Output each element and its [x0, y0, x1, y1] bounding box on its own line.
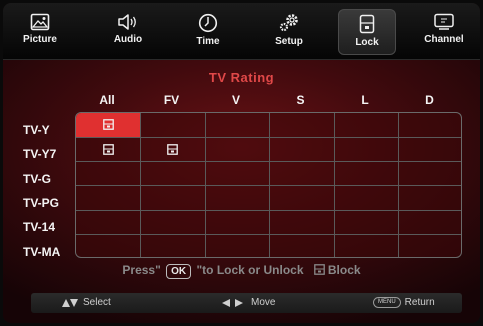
rating-cell-r1-c4[interactable] — [334, 137, 399, 163]
hint-block-label: Block — [327, 263, 361, 277]
hint-text: Press" OK "to Lock or Unlock Block — [3, 263, 480, 279]
help-select: Select — [61, 297, 111, 308]
rating-cell-r2-c0[interactable] — [76, 161, 141, 187]
rating-grid — [75, 112, 462, 258]
rating-cell-r5-c3[interactable] — [270, 234, 335, 257]
rating-cell-r3-c4[interactable] — [334, 185, 399, 211]
row-header-3: TV-PG — [23, 195, 60, 210]
rating-cell-r1-c0[interactable] — [76, 137, 141, 163]
column-header-1: FV — [163, 93, 180, 107]
left-right-arrows-icon — [222, 298, 243, 307]
picture-icon — [30, 13, 50, 31]
column-header-3: S — [296, 93, 305, 107]
rating-cell-r0-c0[interactable] — [76, 113, 141, 138]
up-down-arrows-icon — [62, 298, 78, 307]
menu-time[interactable]: Time — [179, 9, 237, 55]
help-move: Move — [221, 297, 275, 308]
rating-cell-r2-c5[interactable] — [398, 162, 461, 187]
menu-label-lock: Lock — [355, 37, 379, 48]
lock-icon — [102, 143, 114, 155]
rating-cell-r0-c1[interactable] — [140, 113, 206, 138]
help-move-label: Move — [251, 297, 276, 308]
rating-cell-r5-c1[interactable] — [141, 234, 206, 257]
rating-cell-r4-c4[interactable] — [334, 210, 399, 235]
menu-lock[interactable]: Lock — [338, 9, 396, 55]
column-header-5: D — [425, 93, 434, 107]
rating-cell-r4-c1[interactable] — [140, 210, 206, 235]
menu-label-picture: Picture — [23, 34, 57, 45]
rating-cell-r2-c1[interactable] — [140, 161, 206, 187]
rating-cell-r4-c3[interactable] — [269, 210, 335, 235]
rating-cell-r4-c0[interactable] — [76, 210, 141, 235]
rating-cell-r3-c1[interactable] — [140, 185, 206, 211]
rating-cell-r2-c2[interactable] — [205, 161, 270, 187]
help-return: MENU Return — [373, 297, 435, 308]
rating-title: TV Rating — [208, 70, 275, 85]
top-menu-bar: Picture Audio Time Setup Lock Channel — [3, 3, 480, 60]
rating-cell-r5-c4[interactable] — [334, 234, 399, 257]
menu-audio[interactable]: Audio — [99, 9, 157, 55]
menu-label-audio: Audio — [113, 34, 143, 45]
row-header-5: TV-MA — [23, 244, 61, 259]
rating-cell-r2-c3[interactable] — [269, 161, 335, 187]
help-select-label: Select — [83, 297, 111, 308]
menu-picture[interactable]: Picture — [11, 9, 69, 55]
rating-cell-r4-c2[interactable] — [205, 210, 270, 235]
gears-icon — [279, 14, 298, 32]
rating-cell-r1-c1[interactable] — [140, 137, 206, 163]
bottom-help-bar: Select Move MENU Return — [31, 293, 462, 313]
lock-icon — [359, 14, 375, 34]
rating-cell-r1-c3[interactable] — [269, 137, 335, 163]
tv-osd-screen: Picture Audio Time Setup Lock Channel TV… — [3, 3, 480, 323]
hint-action: "to Lock or Unlock — [196, 263, 304, 277]
column-header-2: V — [231, 93, 240, 107]
column-header-0: All — [99, 93, 115, 107]
rating-cell-r3-c2[interactable] — [205, 185, 270, 211]
menu-label-setup: Setup — [275, 36, 303, 47]
menu-key-badge: MENU — [373, 297, 401, 308]
block-icon — [313, 264, 325, 275]
rating-cell-r2-c4[interactable] — [334, 161, 399, 187]
rating-cell-r1-c5[interactable] — [398, 137, 461, 163]
row-header-2: TV-G — [23, 171, 52, 186]
menu-label-channel: Channel — [424, 34, 464, 45]
rating-cell-r3-c5[interactable] — [398, 186, 461, 211]
rating-cell-r0-c3[interactable] — [269, 113, 335, 138]
hint-press: Press" — [122, 263, 161, 277]
clock-icon — [198, 13, 218, 33]
rating-cell-r0-c4[interactable] — [334, 113, 399, 138]
rating-cell-r3-c0[interactable] — [76, 185, 141, 211]
speaker-icon — [118, 14, 136, 30]
rating-cell-r5-c5[interactable] — [399, 235, 462, 258]
rating-cell-r3-c3[interactable] — [269, 185, 335, 211]
lock-icon — [167, 143, 178, 155]
rating-cell-r5-c2[interactable] — [205, 234, 270, 257]
rating-cell-r1-c2[interactable] — [205, 137, 270, 163]
help-return-label: Return — [404, 297, 435, 308]
tv-icon — [434, 13, 454, 30]
rating-cell-r0-c2[interactable] — [205, 113, 270, 138]
menu-label-time: Time — [196, 36, 220, 47]
menu-channel[interactable]: Channel — [415, 9, 473, 55]
rating-cell-r5-c0[interactable] — [76, 234, 141, 257]
ok-key: OK — [166, 264, 192, 279]
row-header-0: TV-Y — [23, 123, 50, 137]
menu-setup[interactable]: Setup — [260, 9, 318, 55]
column-header-4: L — [361, 93, 369, 107]
lock-icon — [102, 119, 114, 131]
rating-cell-r4-c5[interactable] — [398, 210, 461, 235]
row-header-4: TV-14 — [23, 220, 56, 235]
rating-cell-r0-c5[interactable] — [398, 113, 461, 138]
row-header-1: TV-Y7 — [23, 147, 57, 162]
